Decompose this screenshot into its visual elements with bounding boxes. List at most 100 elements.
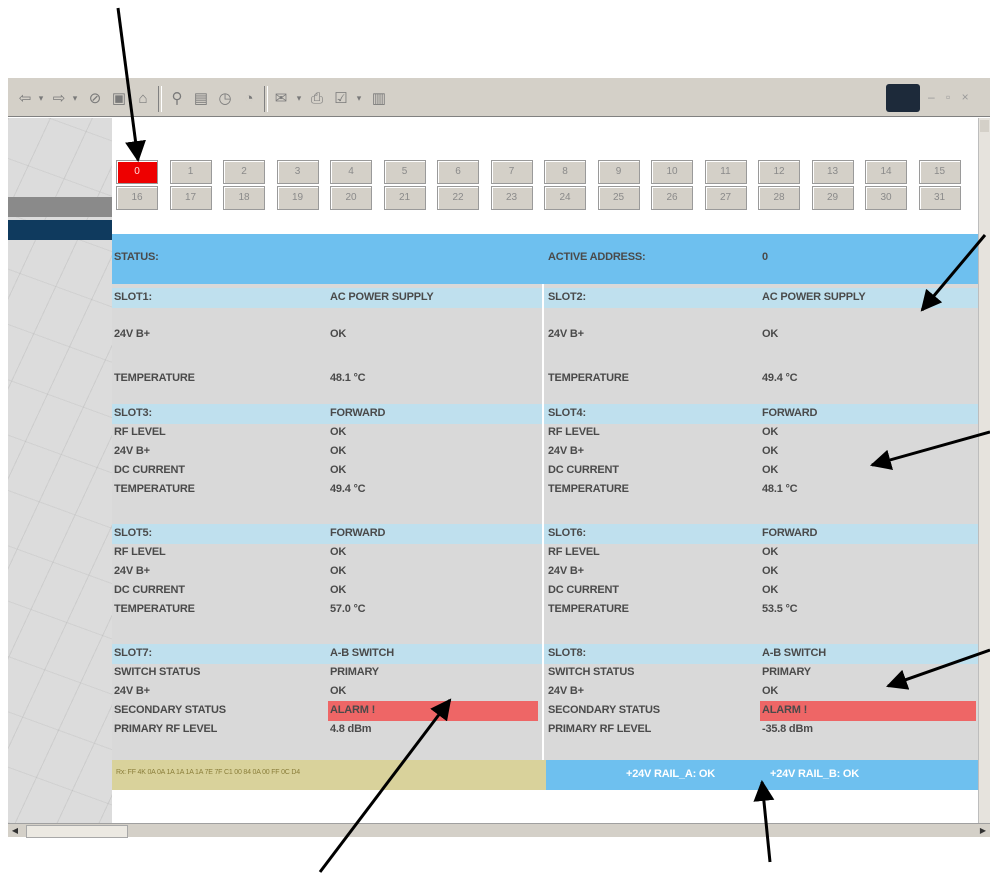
media-icon[interactable]: ◔ <box>238 86 260 110</box>
address-button-5[interactable]: 5 <box>383 160 426 184</box>
slot-name: SLOT3: <box>114 407 152 419</box>
address-button-6[interactable]: 6 <box>437 160 479 184</box>
address-button-31[interactable]: 31 <box>918 186 961 210</box>
browser-toolbar: ⇦ ▾ ⇨ ▾ ⊘ ▣ ⌂ ⚲ ▤ ◷ ◔ ✉ ▾ ⎙ ☑ ▾ ▥ – ▫ × <box>8 77 990 117</box>
status-label: STATUS: <box>114 251 159 263</box>
window-controls-icon[interactable]: – ▫ × <box>928 90 973 104</box>
slot-param-value: 53.5 °C <box>762 603 798 615</box>
slot-param-value: 49.4 °C <box>330 483 366 495</box>
slot-param-label: RF LEVEL <box>114 546 166 558</box>
scroll-thumb[interactable] <box>26 825 128 838</box>
address-button-9[interactable]: 9 <box>597 160 640 184</box>
address-button-22[interactable]: 22 <box>437 186 479 210</box>
slot-param-label: RF LEVEL <box>548 546 600 558</box>
slot-param-value: OK <box>330 685 347 697</box>
address-button-26[interactable]: 26 <box>651 186 693 210</box>
address-button-29[interactable]: 29 <box>811 186 854 210</box>
slot-name: SLOT1: <box>114 291 152 303</box>
scroll-right-icon[interactable]: ▶ <box>976 824 990 837</box>
slot-param-label: TEMPERATURE <box>114 483 195 495</box>
alarm-value: ALARM ! <box>330 704 376 716</box>
mail-icon[interactable]: ✉ <box>270 86 292 110</box>
slot-param-value: 4.8 dBm <box>330 723 372 735</box>
slot-block-1: SLOT1: AC POWER SUPPLY 24V B+ OK TEMPERATURE… <box>112 284 978 400</box>
scroll-left-icon[interactable]: ◀ <box>8 824 22 837</box>
address-button-17[interactable]: 17 <box>169 186 212 210</box>
column-divider <box>542 284 544 400</box>
print-icon[interactable]: ⎙ <box>306 86 328 110</box>
back-dropdown-icon[interactable]: ▾ <box>36 86 46 110</box>
toolbar-separator <box>158 86 162 112</box>
address-button-2[interactable]: 2 <box>223 160 265 184</box>
slot-block-3: SLOT5: FORWARD RF LEVEL OK 24V B+ OK DC CURREN… <box>112 520 978 640</box>
slot-param-label: 24V B+ <box>548 565 584 577</box>
address-button-8[interactable]: 8 <box>544 160 586 184</box>
scroll-up-icon[interactable] <box>980 120 989 132</box>
forward-icon[interactable]: ⇨ <box>50 86 68 110</box>
refresh-icon[interactable]: ▣ <box>108 86 130 110</box>
slot-type: AC POWER SUPPLY <box>762 291 866 303</box>
address-button-27[interactable]: 27 <box>704 186 747 210</box>
slot-param-label: 24V B+ <box>548 445 584 457</box>
sidebar-item-1[interactable] <box>8 197 112 217</box>
slot-param-label: 24V B+ <box>114 328 150 340</box>
sidebar-item-2[interactable] <box>8 220 112 240</box>
slot-param-label: 24V B+ <box>114 445 150 457</box>
address-button-13[interactable]: 13 <box>811 160 854 184</box>
slot-param-value: OK <box>762 426 779 438</box>
slot-param-label: RF LEVEL <box>548 426 600 438</box>
favorites-icon[interactable]: ▤ <box>190 86 212 110</box>
edit-dropdown-icon[interactable]: ▾ <box>354 86 364 110</box>
slot-param-value: OK <box>762 328 779 340</box>
address-button-15[interactable]: 15 <box>918 160 961 184</box>
slot-param-label: DC CURRENT <box>114 464 185 476</box>
address-button-1[interactable]: 1 <box>169 160 212 184</box>
history-icon[interactable]: ◷ <box>214 86 236 110</box>
slot-param-label: 24V B+ <box>548 685 584 697</box>
mail-dropdown-icon[interactable]: ▾ <box>294 86 304 110</box>
slot-name: SLOT6: <box>548 527 586 539</box>
address-button-28[interactable]: 28 <box>758 186 800 210</box>
slot-type: FORWARD <box>330 407 386 419</box>
slot-type: FORWARD <box>762 407 818 419</box>
address-button-25[interactable]: 25 <box>597 186 640 210</box>
search-icon[interactable]: ⚲ <box>166 86 188 110</box>
address-button-19[interactable]: 19 <box>276 186 319 210</box>
address-button-10[interactable]: 10 <box>651 160 693 184</box>
rx-bar: Rx: FF 4K 0A 0A 1A 1A 1A 1A 7E 7F C1 00 … <box>112 760 546 790</box>
address-button-3[interactable]: 3 <box>276 160 319 184</box>
address-button-23[interactable]: 23 <box>490 186 533 210</box>
edit-icon[interactable]: ☑ <box>330 86 352 110</box>
address-button-24[interactable]: 24 <box>544 186 586 210</box>
address-button-0[interactable]: 0 <box>116 160 158 184</box>
address-button-20[interactable]: 20 <box>330 186 372 210</box>
address-button-12[interactable]: 12 <box>758 160 800 184</box>
slot-block-4: SLOT7: A-B SWITCH SWITCH STATUS PRIMARY 24V … <box>112 640 978 760</box>
slot-param-value: OK <box>330 426 347 438</box>
status-bar: STATUS: ACTIVE ADDRESS: 0 <box>112 234 978 284</box>
slot-param-label: SWITCH STATUS <box>548 666 635 678</box>
address-button-7[interactable]: 7 <box>490 160 533 184</box>
slot-param-label: DC CURRENT <box>548 584 619 596</box>
stop-icon[interactable]: ⊘ <box>84 86 106 110</box>
address-button-14[interactable]: 14 <box>865 160 907 184</box>
address-button-4[interactable]: 4 <box>330 160 372 184</box>
slot-type: A-B SWITCH <box>762 647 826 659</box>
slot-type: FORWARD <box>330 527 386 539</box>
slot-param-value: OK <box>762 464 779 476</box>
address-button-16[interactable]: 16 <box>116 186 158 210</box>
address-button-18[interactable]: 18 <box>223 186 265 210</box>
slot-param-label: DC CURRENT <box>548 464 619 476</box>
slot-param-label: PRIMARY RF LEVEL <box>548 723 652 735</box>
home-icon[interactable]: ⌂ <box>132 86 154 110</box>
back-icon[interactable]: ⇦ <box>16 86 34 110</box>
discuss-icon[interactable]: ▥ <box>368 86 390 110</box>
slot-param-label: 24V B+ <box>114 685 150 697</box>
vertical-scrollbar[interactable] <box>978 118 990 823</box>
forward-dropdown-icon[interactable]: ▾ <box>70 86 80 110</box>
address-button-21[interactable]: 21 <box>383 186 426 210</box>
address-button-11[interactable]: 11 <box>704 160 747 184</box>
address-button-30[interactable]: 30 <box>865 186 907 210</box>
horizontal-scrollbar[interactable]: ◀ ▶ <box>8 823 990 838</box>
slot-param-label: PRIMARY RF LEVEL <box>114 723 218 735</box>
